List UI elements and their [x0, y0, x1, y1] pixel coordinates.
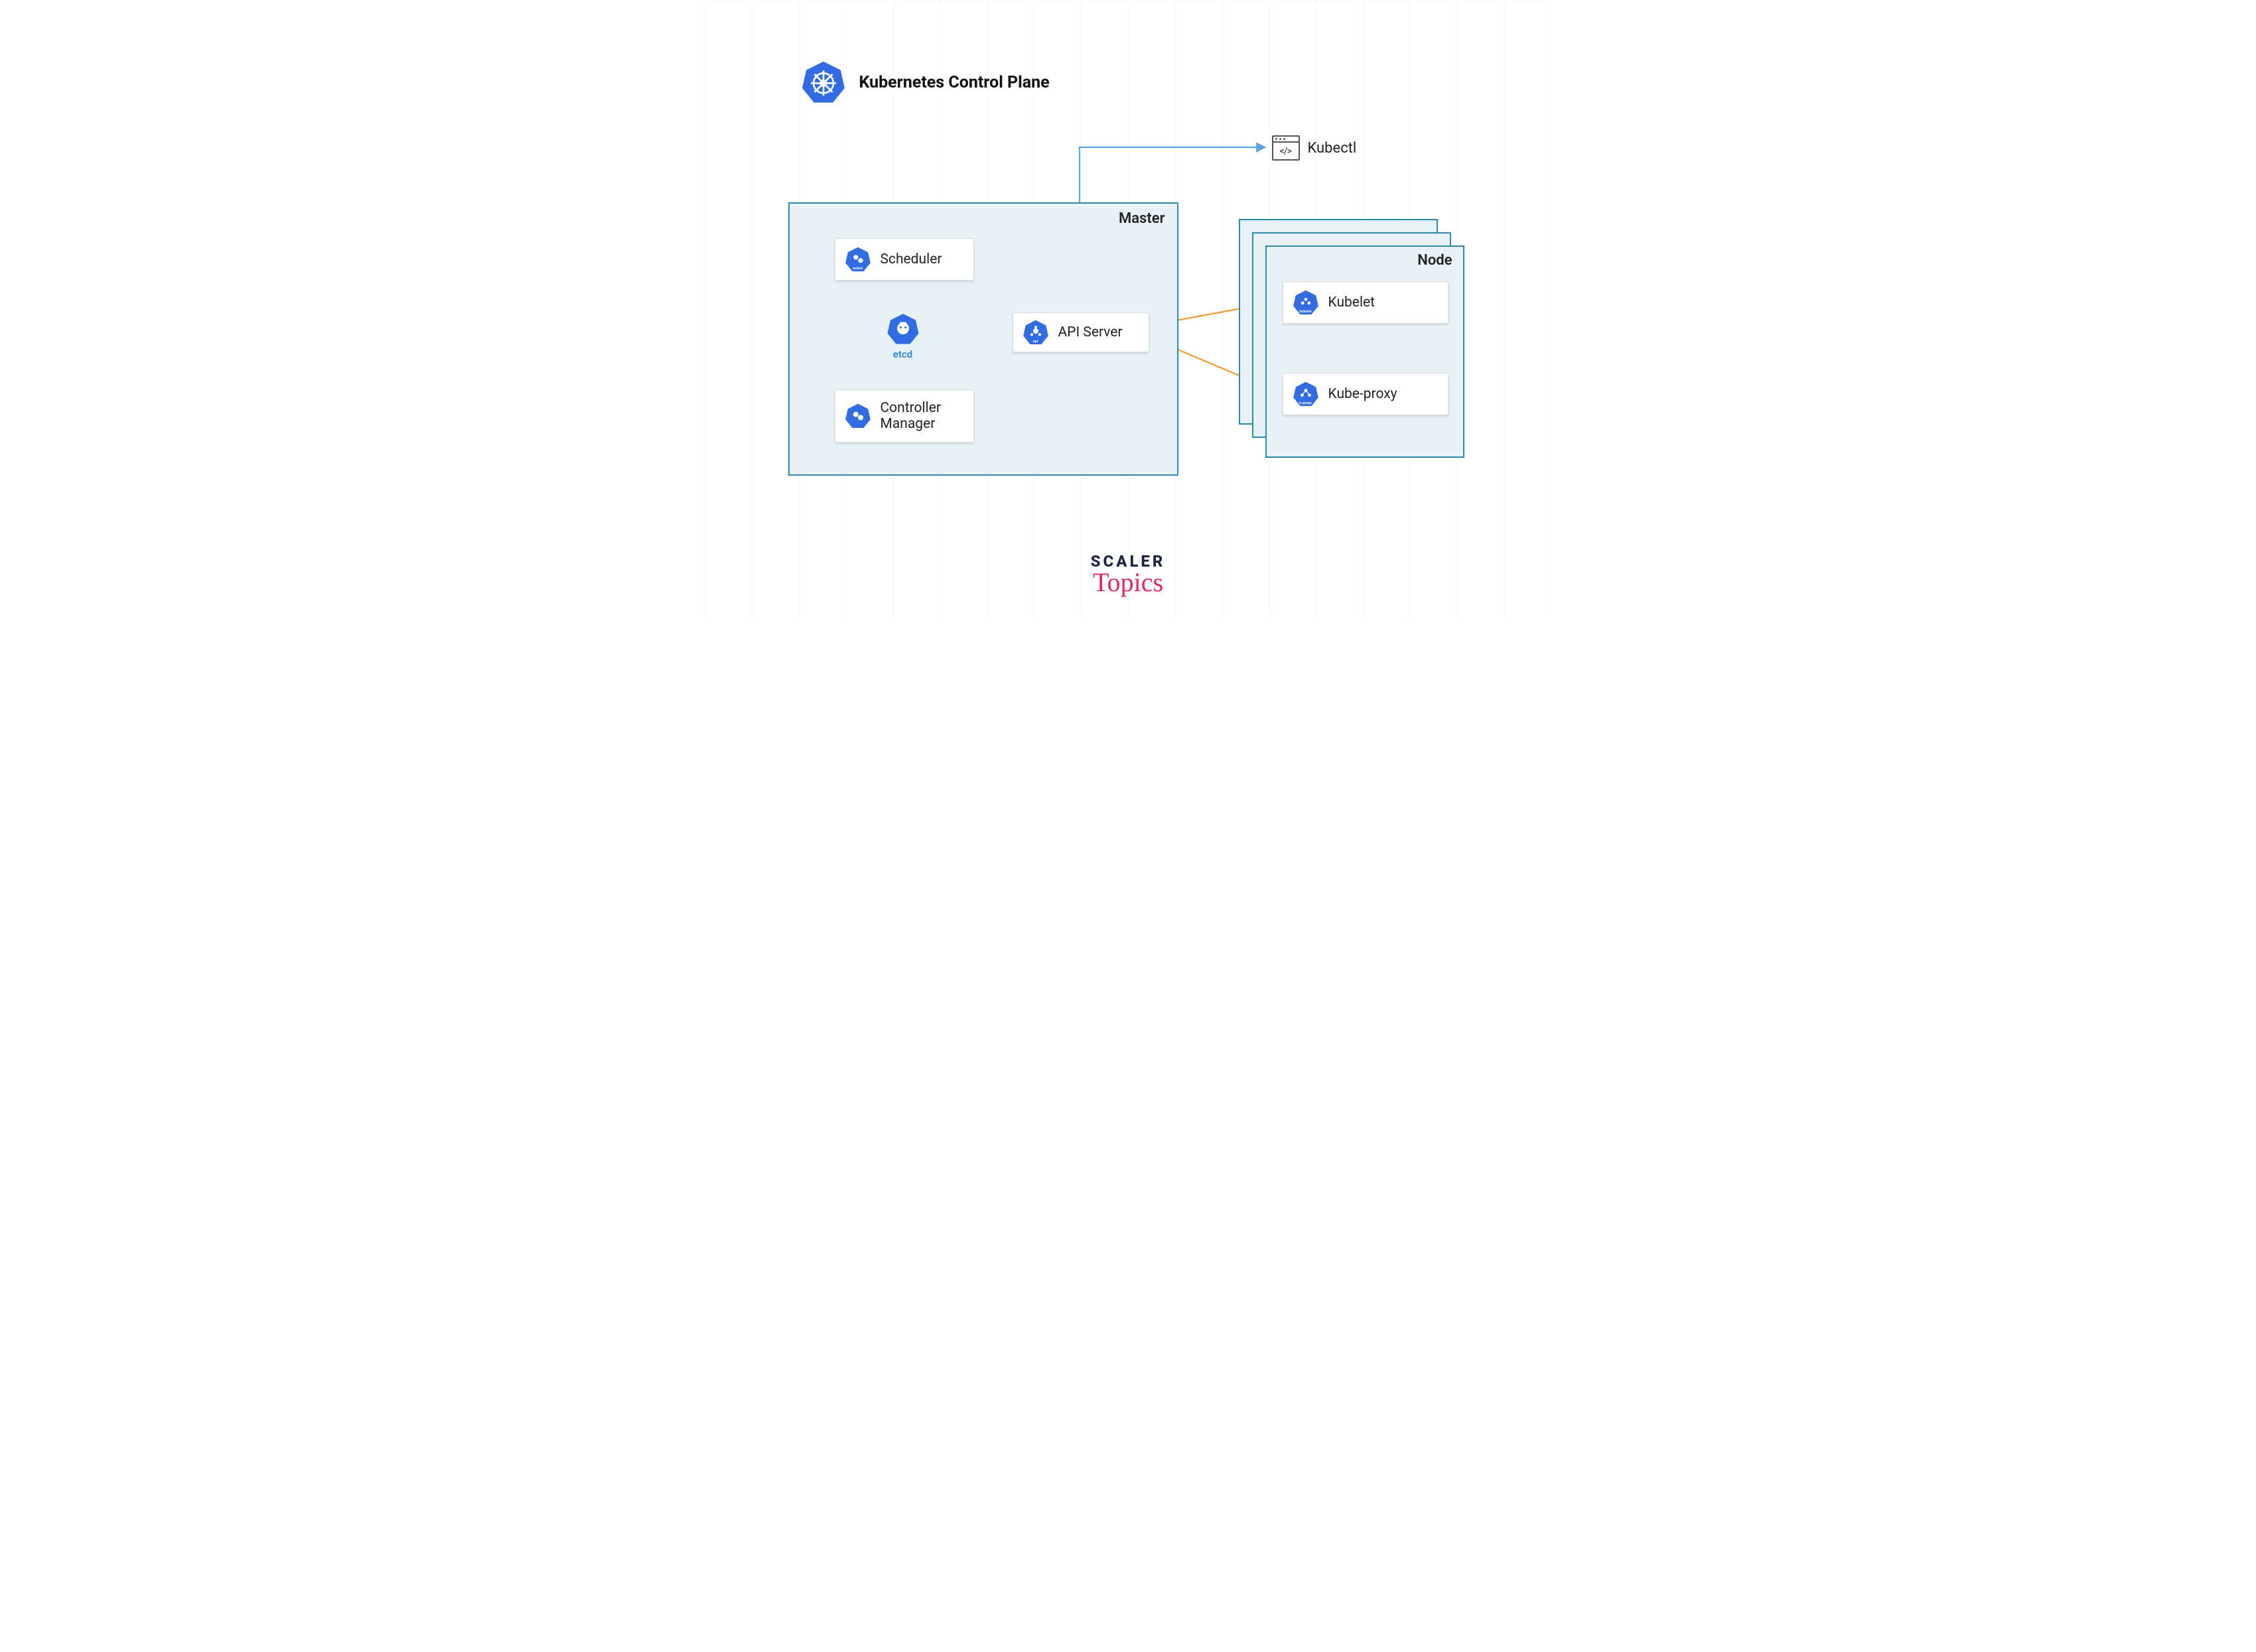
- diagram-title: Kubernetes Control Plane: [859, 73, 1050, 92]
- node-panel: Node kubelet Kubelet k: [1265, 245, 1464, 458]
- controller-manager-card: Controller Manager: [835, 389, 974, 443]
- api-server-card: api API Server: [1013, 312, 1149, 352]
- etcd-icon: [886, 312, 920, 346]
- kubectl-label: Kubectl: [1308, 140, 1357, 157]
- etcd-block: etcd: [880, 312, 926, 360]
- kubectl-block: </> Kubectl: [1272, 135, 1357, 161]
- api-server-label: API Server: [1058, 324, 1123, 340]
- master-panel: Master sched Scheduler etcd: [788, 202, 1178, 476]
- kube-proxy-card: k-proxy Kube-proxy: [1283, 373, 1448, 415]
- diagram-canvas: Kubernetes Control Plane </> Kubectl Mas…: [705, 0, 1551, 620]
- kubelet-icon: kubelet: [1293, 289, 1319, 316]
- brand-footer: SCALER Topics: [1091, 552, 1166, 598]
- scheduler-label: Scheduler: [881, 251, 942, 267]
- api-server-icon: api: [1022, 319, 1049, 346]
- node-stack: Node kubelet Kubelet k: [1239, 219, 1451, 443]
- controller-manager-icon: [845, 403, 871, 429]
- brand-line2: Topics: [1091, 567, 1166, 598]
- controller-manager-label: Controller Manager: [881, 400, 941, 432]
- kubectl-terminal-icon: </>: [1272, 135, 1300, 161]
- kubernetes-logo-icon: [801, 60, 846, 105]
- kubelet-card: kubelet Kubelet: [1283, 281, 1448, 324]
- kube-proxy-icon: k-proxy: [1293, 381, 1319, 407]
- etcd-label: etcd: [893, 348, 912, 360]
- master-label: Master: [1119, 210, 1165, 227]
- title-row: Kubernetes Control Plane: [801, 60, 1050, 105]
- kube-proxy-label: Kube-proxy: [1328, 386, 1397, 402]
- kubelet-label: Kubelet: [1328, 295, 1375, 310]
- scheduler-card: sched Scheduler: [835, 238, 974, 281]
- node-label: Node: [1417, 252, 1452, 269]
- scheduler-icon: sched: [845, 246, 871, 273]
